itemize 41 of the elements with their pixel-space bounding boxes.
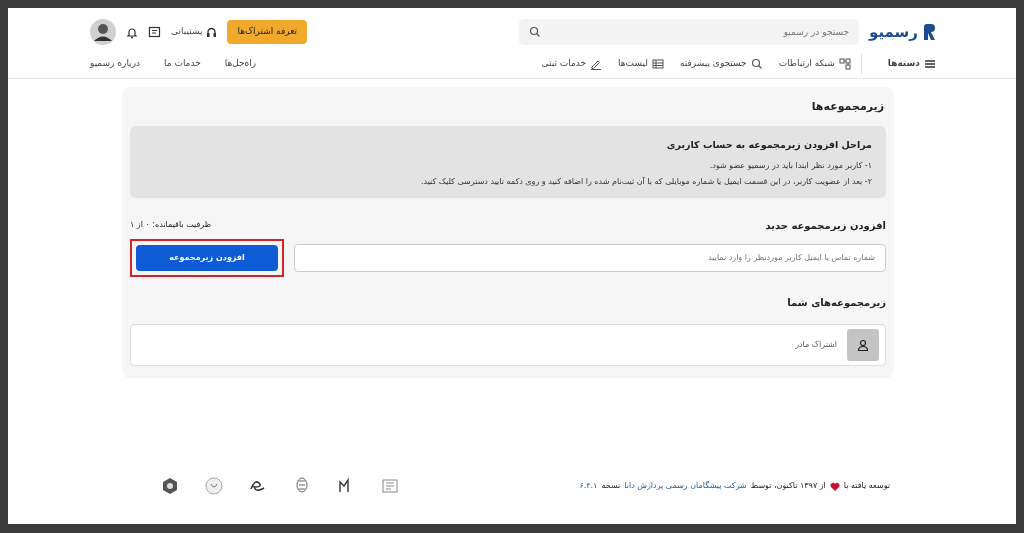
search-icon (529, 26, 541, 38)
capacity-text: ظرفیت باقیمانده: ۰ از ۱ (130, 219, 211, 232)
step-text: ۲- بعد از عضویت کاربر، در این قسمت ایمیل یا شماره موبایلی که با آن ثبت‌نام شده را اضافه کنید و روی دکمه تایید دسترسی کلیک کنید. (419, 175, 872, 188)
step-text: ۱- کاربر مورد نظر ابتدا باید در رسمیو عضو شود. (708, 159, 872, 172)
footer-text: نسخه (601, 480, 621, 492)
info-title: مراحل افزودن زیرمجموعه به حساب کاربری (665, 137, 872, 152)
user-icon (847, 328, 879, 361)
list-icon (651, 58, 664, 70)
section-title: افزودن زیرمجموعه جدید (765, 218, 886, 233)
logo-text: رسمیو (869, 21, 918, 43)
nav-link[interactable]: راه‌حل‌ها (224, 57, 257, 71)
contact-input[interactable]: شماره تماس یا ایمیل کاربر موردنظر را وارد نمایید (294, 243, 886, 272)
section-title: زیرمجموعه‌های شما (786, 295, 886, 310)
subscription-label: اشتراک مادر (795, 338, 837, 351)
company-link[interactable]: شرکت پیشگامان رسمی پردازش دانا (624, 480, 747, 492)
avatar-icon[interactable] (90, 19, 116, 45)
version-link[interactable]: ۶.۴.۱ (579, 480, 598, 492)
menu-icon (924, 58, 936, 70)
support-link[interactable]: پشتیبانی (171, 25, 218, 39)
bell-icon[interactable] (126, 25, 138, 39)
network-icon (838, 58, 851, 70)
pen-icon (590, 58, 603, 70)
nav-item[interactable]: جستجوی پیشرفته (679, 57, 763, 71)
add-button[interactable]: افزودن زیرمجموعه (136, 244, 278, 271)
footer-text: از ۱۳۹۷ تاکنون، توسط (750, 480, 826, 492)
subscription-row[interactable]: اشتراک مادر (130, 323, 886, 366)
nav-link[interactable]: درباره رسمیو (90, 57, 140, 71)
nav-link[interactable]: خدمات ما (164, 57, 201, 71)
nav-item[interactable]: خدمات ثبتی (541, 57, 603, 71)
nav-item[interactable]: دسته‌ها (887, 57, 936, 71)
heart-icon (829, 481, 840, 491)
pricing-button[interactable]: تعرفه اشتراک‌ها (227, 20, 307, 44)
search-field[interactable]: جستجو در رسمیو (519, 19, 859, 45)
headset-icon (206, 26, 218, 38)
logo-icon (922, 23, 936, 41)
nav-item[interactable]: لیست‌ها (618, 57, 664, 71)
page-title: زیرمجموعه‌ها (810, 99, 884, 115)
footer-text: توسعه یافته با (843, 480, 890, 492)
magnifier-icon (750, 58, 763, 70)
nav-item[interactable]: شبکه ارتباطات (778, 57, 851, 71)
message-icon[interactable] (148, 25, 161, 39)
